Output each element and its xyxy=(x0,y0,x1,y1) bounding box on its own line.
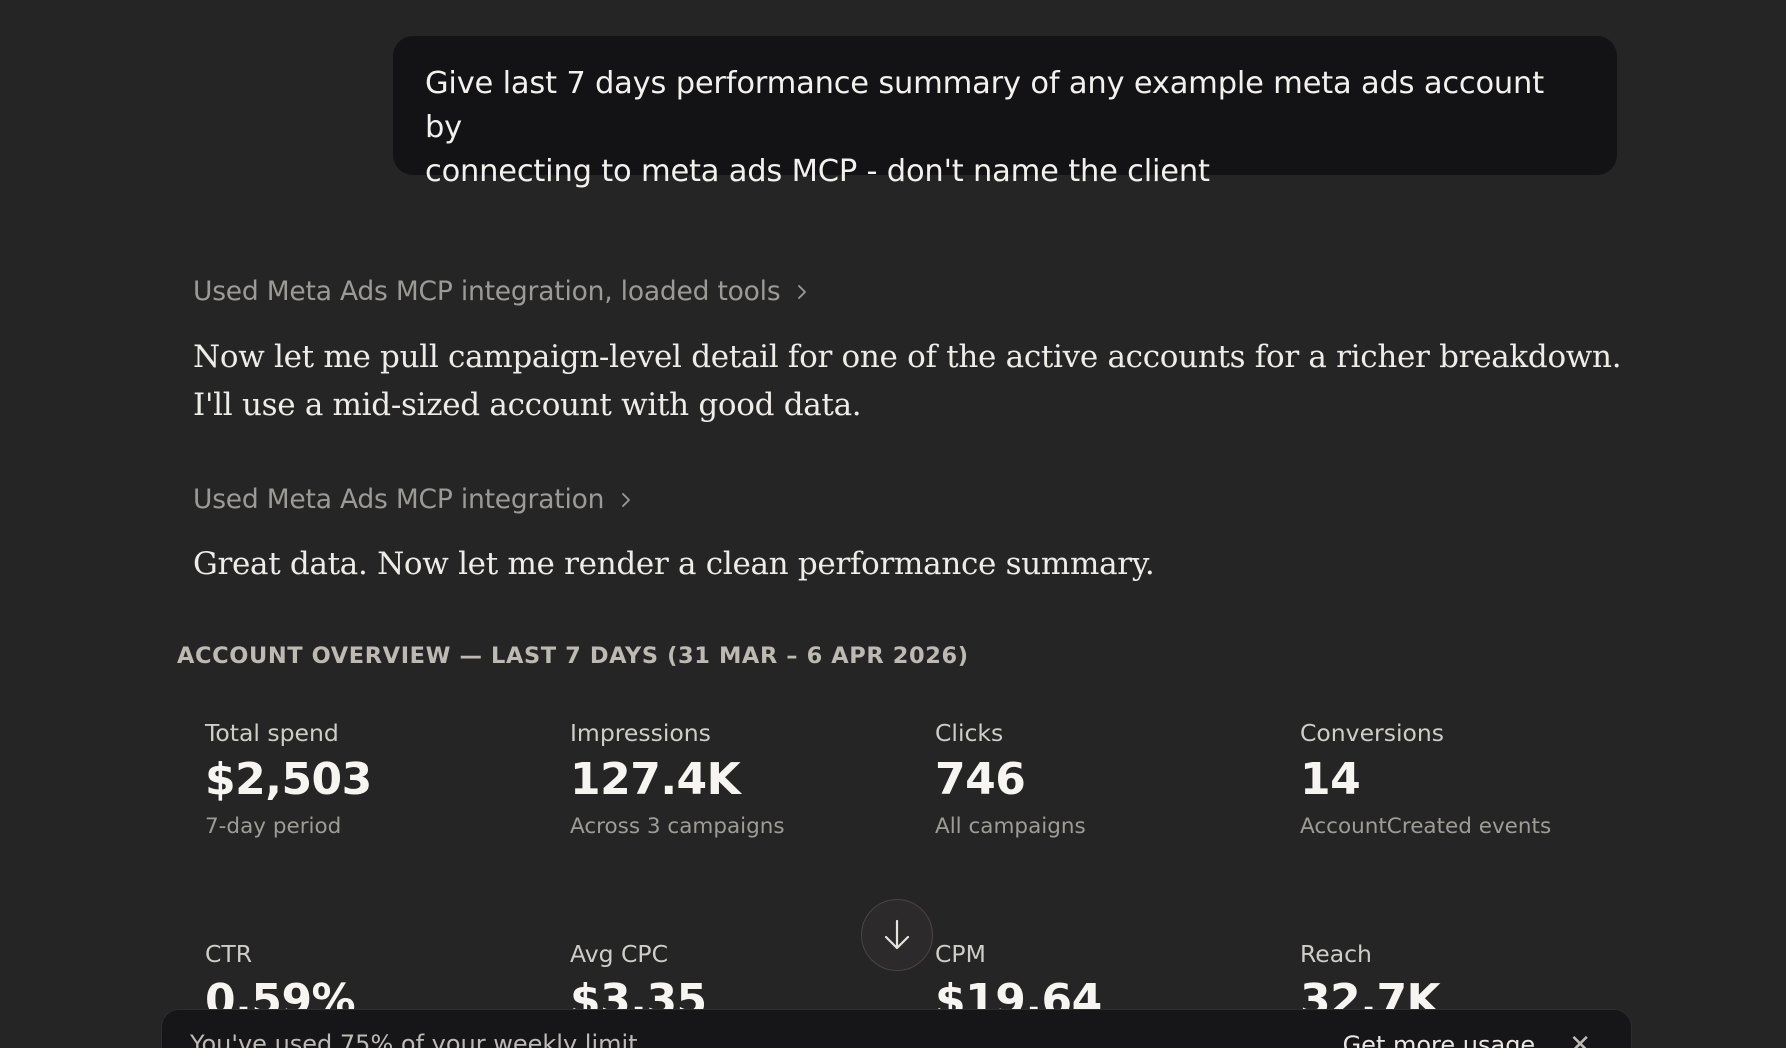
chevron-right-icon xyxy=(798,284,807,299)
metric-label: Clicks xyxy=(935,719,1004,747)
chat-page: Give last 7 days performance summary of … xyxy=(0,0,1786,1048)
metric-clicks: Clicks 746 All campaigns xyxy=(935,713,1275,845)
metric-sub: Across 3 campaigns xyxy=(570,814,785,839)
metric-total-spend: Total spend $2,503 7-day period xyxy=(205,713,545,845)
metric-impressions: Impressions 127.4K Across 3 campaigns xyxy=(570,713,910,845)
metric-label: CPM xyxy=(935,940,986,968)
metric-label: Avg CPC xyxy=(570,940,668,968)
usage-limit-banner: You've used 75% of your weekly limit Get… xyxy=(161,1009,1632,1048)
assistant-message: Great data. Now let me render a clean pe… xyxy=(193,540,1155,588)
metric-value: 14 xyxy=(1300,754,1361,805)
metric-sub: 7-day period xyxy=(205,814,342,839)
tool-call-label: Used Meta Ads MCP integration, loaded to… xyxy=(193,276,781,307)
metric-value: 127.4K xyxy=(570,754,741,805)
metric-sub: AccountCreated events xyxy=(1300,814,1552,839)
assistant-text-line: I'll use a mid-sized account with good d… xyxy=(193,387,862,423)
user-message-line: connecting to meta ads MCP - don't name … xyxy=(425,154,1210,189)
close-icon[interactable]: ✕ xyxy=(1569,1030,1591,1048)
metric-label: Conversions xyxy=(1300,719,1444,747)
overview-title: ACCOUNT OVERVIEW — LAST 7 DAYS (31 MAR –… xyxy=(177,643,969,669)
arrow-down-icon xyxy=(884,919,910,950)
tool-call-toggle[interactable]: Used Meta Ads MCP integration, loaded to… xyxy=(193,276,810,307)
metric-value: $2,503 xyxy=(205,754,372,805)
metric-sub: All campaigns xyxy=(935,814,1086,839)
tool-call-label: Used Meta Ads MCP integration xyxy=(193,484,605,515)
assistant-text-line: Now let me pull campaign-level detail fo… xyxy=(193,339,1622,375)
metric-value: 746 xyxy=(935,754,1026,805)
usage-limit-text: You've used 75% of your weekly limit xyxy=(190,1030,638,1048)
metric-label: Total spend xyxy=(205,719,339,747)
metric-label: Impressions xyxy=(570,719,711,747)
assistant-message: Now let me pull campaign-level detail fo… xyxy=(193,333,1622,429)
chevron-right-icon xyxy=(622,492,631,507)
metric-conversions: Conversions 14 AccountCreated events xyxy=(1300,713,1640,845)
tool-call-toggle[interactable]: Used Meta Ads MCP integration xyxy=(193,484,634,515)
user-message-bubble: Give last 7 days performance summary of … xyxy=(393,36,1617,189)
scroll-to-bottom-button[interactable] xyxy=(861,899,933,971)
assistant-text-line: Great data. Now let me render a clean pe… xyxy=(193,546,1155,582)
metric-label: CTR xyxy=(205,940,253,968)
user-message-line: Give last 7 days performance summary of … xyxy=(425,66,1544,145)
metric-label: Reach xyxy=(1300,940,1372,968)
get-more-usage-link[interactable]: Get more usage xyxy=(1343,1031,1536,1048)
